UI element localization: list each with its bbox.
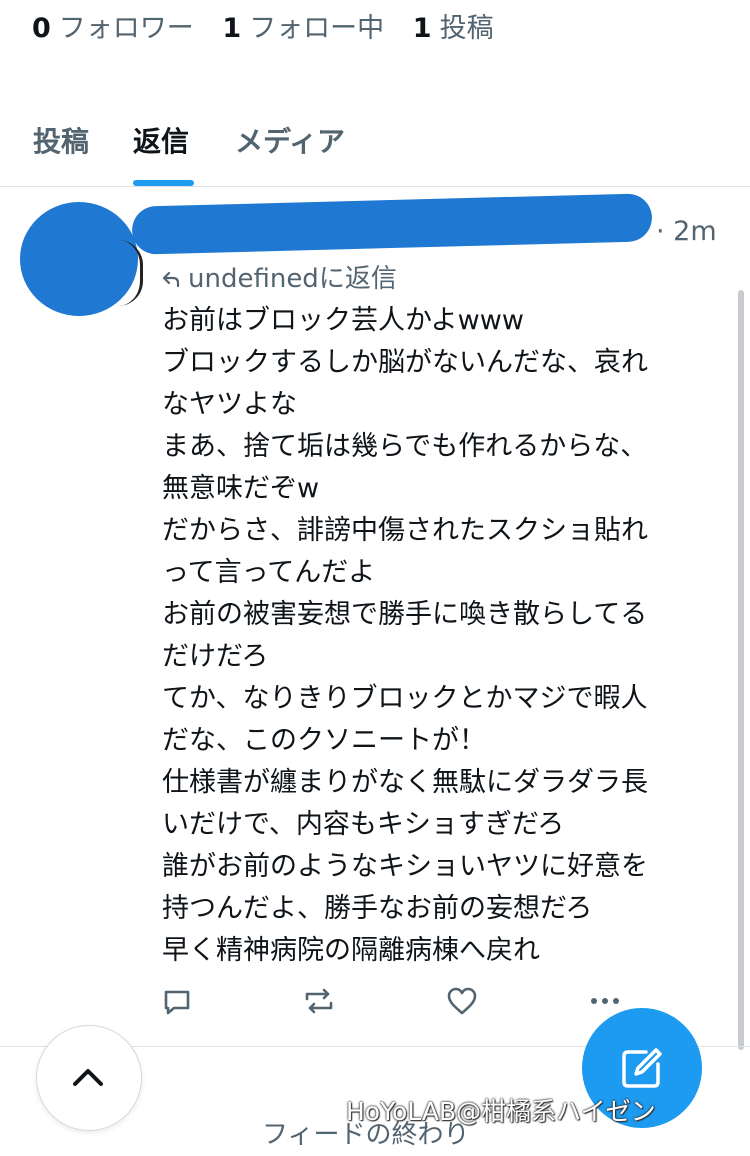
followers-stat[interactable]: 0 フォロワー	[32, 13, 194, 44]
reply-to-label[interactable]: undefinedに返信	[162, 258, 397, 295]
author-name-redaction	[131, 193, 653, 255]
profile-tabs: 投稿 返信 メディア	[0, 110, 750, 186]
chevron-up-icon	[73, 1069, 103, 1086]
compose-icon	[622, 1048, 662, 1088]
post-body: お前はブロック芸人かよwww ブロックするしか脳がないんだな、哀れ なヤツよな …	[162, 300, 727, 972]
post-actions	[160, 984, 640, 1020]
posts-stat: 1 投稿	[412, 13, 494, 44]
tab-media[interactable]: メディア	[235, 120, 345, 160]
post-line: いだけで、内容もキショすぎだろ	[162, 809, 565, 840]
post-line: だからさ、誹謗中傷されたスクショ貼れ	[162, 515, 648, 546]
post-line: てか、なりきりブロックとかマジで暇人	[162, 683, 648, 714]
scrollbar[interactable]	[738, 290, 744, 1050]
post-line: お前の被害妄想で勝手に喚き散らしてる	[162, 599, 648, 630]
post-line: だな、このクソニートが！	[162, 725, 486, 756]
post-line: 無意味だぞw	[162, 473, 320, 504]
post-time[interactable]: · 2m	[656, 216, 717, 247]
scroll-to-top-button[interactable]	[36, 1025, 142, 1131]
post-line: まあ、捨て垢は幾らでも作れるからな、	[162, 431, 648, 462]
tab-posts[interactable]: 投稿	[33, 120, 89, 160]
tab-replies[interactable]: 返信	[133, 120, 189, 160]
post-line: ブロックするしか脳がないんだな、哀れ	[162, 347, 648, 378]
reply-icon[interactable]	[160, 984, 194, 1018]
post-line: お前はブロック芸人かよwww	[162, 305, 524, 336]
post-line: って言ってんだよ	[162, 557, 376, 588]
post-line: 誰がお前のようなキショいヤツに好意を	[162, 851, 648, 882]
tabs-divider	[0, 186, 750, 187]
post-line: 早く精神病院の隔離病棟へ戻れ	[162, 935, 540, 966]
watermark: HoYoLAB@柑橘系ハイゼン	[346, 1097, 656, 1126]
post-line: なヤツよな	[162, 389, 297, 420]
post-line: 仕様書が纏まりがなく無駄にダラダラ長	[162, 767, 648, 798]
post-line: 持つんだよ、勝手なお前の妄想だろ	[162, 893, 593, 924]
avatar-outline	[118, 240, 143, 306]
repost-icon[interactable]	[302, 984, 336, 1018]
like-icon[interactable]	[445, 984, 479, 1018]
profile-stats: 0 フォロワー 1 フォロー中 1 投稿	[32, 6, 514, 45]
following-stat[interactable]: 1 フォロー中	[222, 13, 384, 44]
reply-arrow-icon	[162, 264, 182, 294]
post-line: だけだろ	[162, 641, 269, 672]
reply-to-text: undefinedに返信	[188, 264, 397, 294]
